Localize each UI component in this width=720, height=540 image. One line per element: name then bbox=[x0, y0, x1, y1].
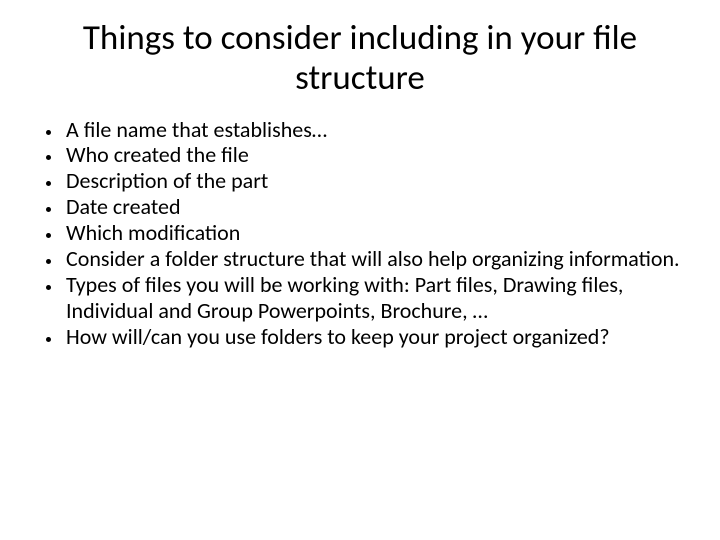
slide: Things to consider including in your fil… bbox=[0, 0, 720, 540]
list-item: Date created bbox=[62, 194, 692, 220]
bullet-list: A file name that establishes… Who create… bbox=[62, 117, 692, 351]
list-item: How will/can you use folders to keep you… bbox=[62, 324, 692, 350]
list-item: Description of the part bbox=[62, 168, 692, 194]
list-item: Consider a folder structure that will al… bbox=[62, 246, 692, 272]
list-item: Types of files you will be working with:… bbox=[62, 272, 692, 324]
list-item: Which modification bbox=[62, 220, 692, 246]
slide-title: Things to consider including in your fil… bbox=[28, 18, 692, 99]
list-item: Who created the file bbox=[62, 142, 692, 168]
list-item: A file name that establishes… bbox=[62, 117, 692, 143]
